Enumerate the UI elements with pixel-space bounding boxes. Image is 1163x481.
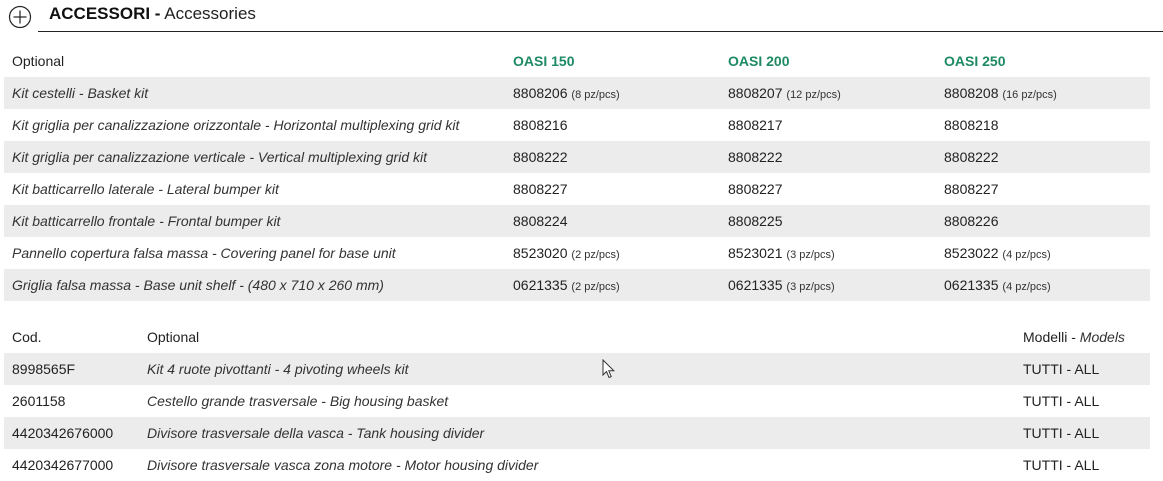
models: TUTTI - ALL (1023, 393, 1100, 409)
quantity-note: (4 pz/pcs) (1002, 281, 1051, 293)
cell-code: 8523022 (4 pz/pcs) (944, 237, 1051, 271)
models: TUTTI - ALL (1023, 457, 1100, 473)
table-row: Pannello copertura falsa massa - Coverin… (4, 237, 1150, 269)
code: 8523022 (944, 245, 999, 261)
cell-code: 8808208 (16 pz/pcs) (944, 77, 1057, 111)
code: 0621335 (944, 277, 999, 293)
code: 8808208 (944, 85, 999, 101)
column-header-models: Modelli - Models (1023, 321, 1125, 353)
quantity-note: (2 pz/pcs) (571, 249, 620, 261)
table-row: Kit cestelli - Basket kit 8808206 (8 pz/… (4, 77, 1150, 109)
models-label-it: Modelli - (1023, 329, 1076, 345)
row-name: Divisore trasversale della vasca - Tank … (147, 425, 485, 441)
code: 8808222 (513, 149, 568, 165)
table-row: 4420342677000 Divisore trasversale vasca… (4, 449, 1150, 481)
quantity-note: (8 pz/pcs) (571, 89, 620, 101)
models: TUTTI - ALL (1023, 361, 1100, 377)
row-name: Griglia falsa massa - Base unit shelf - … (12, 277, 384, 293)
column-header-oasi-250: OASI 250 (944, 53, 1006, 69)
column-header-optional: Optional (12, 53, 65, 69)
code: 8523020 (513, 245, 568, 261)
plus-circle-icon (8, 5, 32, 29)
quantity-note: (12 pz/pcs) (786, 89, 841, 101)
table-row: 2601158 Cestello grande trasversale - Bi… (4, 385, 1150, 417)
code: 8808227 (944, 181, 999, 197)
mouse-pointer-icon (602, 359, 616, 379)
row-name: Kit 4 ruote pivottanti - 4 pivoting whee… (147, 361, 409, 377)
table-header-row: Optional OASI 150 OASI 200 OASI 250 (4, 45, 1150, 77)
cell-code: 0621335 (2 pz/pcs) (513, 269, 620, 303)
row-name: Kit griglia per canalizzazione verticale… (12, 149, 427, 165)
cell-code: 8523020 (2 pz/pcs) (513, 237, 620, 271)
row-name: Cestello grande trasversale - Big housin… (147, 393, 449, 409)
code: 8808222 (944, 149, 999, 165)
column-header-cod: Cod. (12, 329, 42, 345)
cell-code: 0621335 (3 pz/pcs) (728, 269, 835, 303)
accessories-by-model-table: Optional OASI 150 OASI 200 OASI 250 Kit … (4, 45, 1150, 301)
code: 8808227 (728, 181, 783, 197)
code: 8808217 (728, 117, 783, 133)
row-name: Pannello copertura falsa massa - Coverin… (12, 245, 396, 261)
section-header: ACCESSORI - Accessories (4, 0, 1163, 32)
code: 8808222 (728, 149, 783, 165)
models-label-en: Models (1079, 329, 1125, 345)
cell-code: 8808207 (12 pz/pcs) (728, 77, 841, 111)
quantity-note: (16 pz/pcs) (1002, 89, 1057, 101)
code: 8808225 (728, 213, 783, 229)
code: 8808227 (513, 181, 568, 197)
quantity-note: (4 pz/pcs) (1002, 249, 1051, 261)
cod: 4420342676000 (12, 425, 114, 441)
cell-code: 8523021 (3 pz/pcs) (728, 237, 835, 271)
table-row: Kit griglia per canalizzazione verticale… (4, 141, 1150, 173)
general-accessories-table: Cod. Optional Modelli - Models 8998565F … (4, 321, 1150, 481)
cod: 2601158 (12, 393, 66, 409)
table-row: Kit batticarrello laterale - Lateral bum… (4, 173, 1150, 205)
code: 0621335 (513, 277, 568, 293)
row-name: Divisore trasversale vasca zona motore -… (147, 457, 539, 473)
code: 8808224 (513, 213, 568, 229)
table-header-row: Cod. Optional Modelli - Models (4, 321, 1150, 353)
models: TUTTI - ALL (1023, 425, 1100, 441)
code: 0621335 (728, 277, 783, 293)
quantity-note: (3 pz/pcs) (786, 249, 835, 261)
row-name: Kit cestelli - Basket kit (12, 85, 149, 101)
column-header-oasi-200: OASI 200 (728, 53, 790, 69)
code: 8808218 (944, 117, 999, 133)
section-title-it: ACCESSORI - (49, 4, 161, 23)
code: 8808226 (944, 213, 999, 229)
column-header-optional: Optional (147, 329, 200, 345)
cod: 8998565F (12, 361, 76, 377)
column-header-oasi-150: OASI 150 (513, 53, 575, 69)
table-row: Kit griglia per canalizzazione orizzonta… (4, 109, 1150, 141)
section-title-en: Accessories (164, 4, 256, 23)
quantity-note: (2 pz/pcs) (571, 281, 620, 293)
row-name: Kit griglia per canalizzazione orizzonta… (12, 117, 460, 133)
code: 8808207 (728, 85, 783, 101)
table-row: 8998565F Kit 4 ruote pivottanti - 4 pivo… (4, 353, 1150, 385)
code: 8808206 (513, 85, 568, 101)
row-name: Kit batticarrello laterale - Lateral bum… (12, 181, 279, 197)
cell-code: 0621335 (4 pz/pcs) (944, 269, 1051, 303)
quantity-note: (3 pz/pcs) (786, 281, 835, 293)
table-row: 4420342676000 Divisore trasversale della… (4, 417, 1150, 449)
cell-code: 8808206 (8 pz/pcs) (513, 77, 620, 111)
code: 8808216 (513, 117, 568, 133)
cod: 4420342677000 (12, 457, 114, 473)
section-title: ACCESSORI - Accessories (49, 4, 256, 24)
table-row: Griglia falsa massa - Base unit shelf - … (4, 269, 1150, 301)
code: 8523021 (728, 245, 783, 261)
table-row: Kit batticarrello frontale - Frontal bum… (4, 205, 1150, 237)
row-name: Kit batticarrello frontale - Frontal bum… (12, 213, 281, 229)
header-divider (38, 31, 1163, 32)
